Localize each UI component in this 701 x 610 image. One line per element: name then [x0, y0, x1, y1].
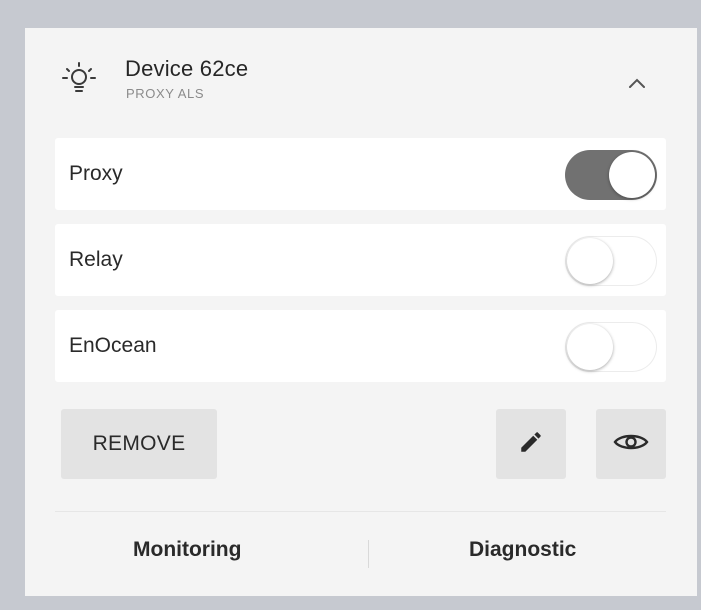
feature-label: EnOcean — [69, 334, 157, 357]
tab-monitoring[interactable]: Monitoring — [133, 538, 241, 562]
toggle-knob — [567, 324, 613, 370]
feature-row-enocean: EnOcean — [55, 310, 666, 382]
device-header[interactable]: Device 62ce PROXY ALS — [25, 28, 697, 126]
feature-label: Relay — [69, 248, 123, 271]
tab-separator — [368, 540, 369, 568]
remove-button[interactable]: REMOVE — [61, 409, 217, 479]
edit-button[interactable] — [496, 409, 566, 479]
chevron-up-icon — [627, 76, 647, 95]
collapse-button[interactable] — [619, 70, 655, 100]
relay-toggle[interactable] — [565, 236, 657, 286]
pencil-icon — [518, 429, 544, 460]
toggle-knob — [567, 238, 613, 284]
lightbulb-icon — [59, 60, 99, 100]
feature-label: Proxy — [69, 162, 123, 185]
proxy-toggle[interactable] — [565, 150, 657, 200]
tab-diagnostic[interactable]: Diagnostic — [469, 538, 576, 562]
card-frame: Device 62ce PROXY ALS Proxy Relay EnOcea… — [10, 10, 701, 610]
device-type: PROXY ALS — [126, 86, 205, 101]
device-card: Device 62ce PROXY ALS Proxy Relay EnOcea… — [25, 28, 697, 596]
toggle-knob — [609, 152, 655, 198]
footer-divider — [55, 511, 666, 512]
enocean-toggle[interactable] — [565, 322, 657, 372]
feature-row-relay: Relay — [55, 224, 666, 296]
view-button[interactable] — [596, 409, 666, 479]
feature-row-proxy: Proxy — [55, 138, 666, 210]
device-name: Device 62ce — [125, 56, 249, 81]
eye-icon — [613, 431, 649, 458]
